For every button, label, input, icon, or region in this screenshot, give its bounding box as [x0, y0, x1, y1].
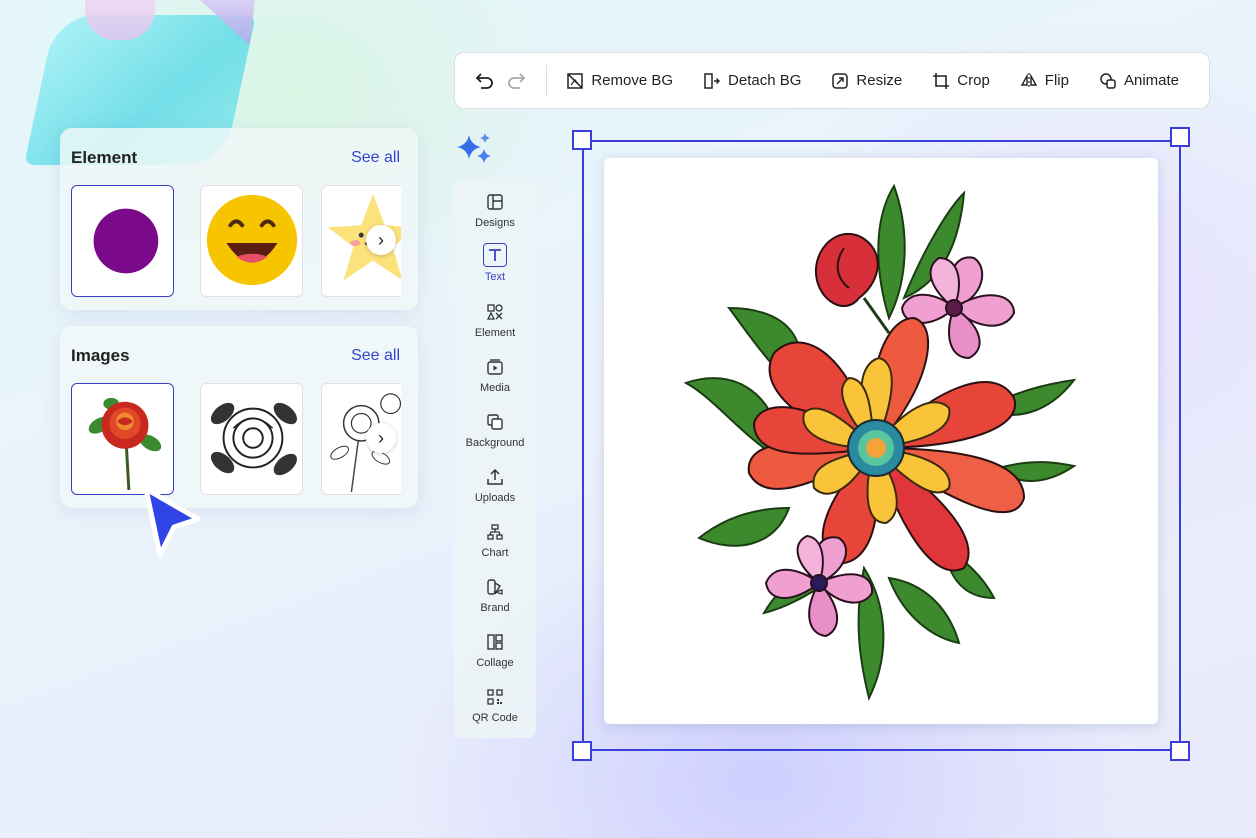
image-thumb-red-rose[interactable] [71, 383, 174, 495]
remove-bg-icon [567, 72, 584, 89]
toolbar-divider [545, 64, 547, 97]
element-icon [484, 301, 506, 323]
remove-bg-label: Remove BG [591, 72, 674, 89]
resize-icon [832, 72, 849, 89]
qr-code-icon [484, 686, 506, 708]
sidebar-label: Text [484, 271, 506, 283]
media-icon [484, 356, 506, 378]
remove-bg-button[interactable]: Remove BG [566, 72, 673, 90]
sidebar-label: Media [480, 382, 510, 394]
sidebar-item-uploads[interactable]: Uploads [454, 466, 536, 516]
images-panel-title: Images [71, 346, 130, 365]
mouse-cursor-icon [143, 486, 201, 558]
resize-handle-bottom-right[interactable] [1170, 741, 1190, 761]
chart-icon [484, 521, 506, 543]
sidebar-label: Background [465, 437, 525, 449]
element-thumbnails: › [71, 185, 401, 297]
images-panel: Images See all › [60, 326, 418, 508]
brand-icon [484, 576, 506, 598]
sidebar-item-text[interactable]: Text [454, 243, 536, 293]
ai-sparkle-icon[interactable] [455, 131, 495, 167]
animate-button[interactable]: Animate [1099, 72, 1179, 90]
resize-label: Resize [856, 72, 903, 89]
element-panel-title: Element [71, 148, 138, 167]
images-next-arrow-icon[interactable]: › [366, 423, 396, 453]
sidebar-label: Uploads [474, 492, 516, 504]
sidebar-item-brand[interactable]: Brand [454, 576, 536, 626]
element-next-arrow-icon[interactable]: › [366, 225, 396, 255]
sidebar-item-collage[interactable]: Collage [454, 631, 536, 681]
image-toolbar: Remove BG Detach BG Resize Crop Flip Ani… [454, 52, 1210, 109]
collage-icon [484, 631, 506, 653]
detach-bg-icon [704, 72, 721, 89]
upload-icon [484, 466, 506, 488]
selection-frame [582, 140, 1181, 751]
resize-button[interactable]: Resize [831, 72, 902, 90]
detach-bg-button[interactable]: Detach BG [703, 72, 801, 90]
undo-icon[interactable] [471, 66, 496, 96]
animate-icon [1100, 72, 1116, 89]
sidebar-item-chart[interactable]: Chart [454, 521, 536, 571]
element-see-all-link[interactable]: See all [351, 149, 400, 167]
sidebar-label: QR Code [472, 712, 518, 724]
redo-icon[interactable] [504, 66, 529, 96]
resize-handle-bottom-left[interactable] [572, 741, 592, 761]
sidebar-label: Chart [481, 547, 509, 559]
detach-bg-label: Detach BG [728, 72, 802, 89]
image-thumbnails: › [71, 383, 401, 495]
sidebar-label: Element [474, 327, 516, 339]
sidebar-item-element[interactable]: Element [454, 301, 536, 351]
background-icon [484, 411, 506, 433]
tools-sidebar: Designs Text Element Media Background Up… [454, 178, 536, 738]
resize-handle-top-right[interactable] [1170, 127, 1190, 147]
element-thumb-circle[interactable] [71, 185, 174, 297]
crop-label: Crop [957, 72, 990, 89]
text-icon [483, 243, 507, 267]
crop-button[interactable]: Crop [932, 72, 990, 90]
sidebar-item-media[interactable]: Media [454, 356, 536, 406]
sidebar-label: Brand [480, 602, 510, 614]
decorative-shape [200, 0, 255, 45]
crop-icon [933, 72, 950, 89]
images-see-all-link[interactable]: See all [351, 347, 400, 365]
flip-label: Flip [1044, 72, 1069, 89]
sidebar-item-qr-code[interactable]: QR Code [454, 686, 536, 736]
sidebar-label: Designs [475, 217, 515, 229]
sidebar-item-background[interactable]: Background [454, 411, 536, 461]
decorative-shape [85, 0, 155, 40]
flip-button[interactable]: Flip [1020, 72, 1069, 90]
sidebar-label: Collage [476, 657, 514, 669]
image-thumb-bw-rose[interactable] [200, 383, 303, 495]
sidebar-item-designs[interactable]: Designs [454, 191, 536, 241]
element-panel: Element See all › [60, 128, 418, 310]
designs-icon [484, 191, 506, 213]
flip-icon [1020, 72, 1037, 89]
resize-handle-top-left[interactable] [572, 130, 592, 150]
element-thumb-emoji[interactable] [200, 185, 303, 297]
animate-label: Animate [1123, 72, 1179, 89]
